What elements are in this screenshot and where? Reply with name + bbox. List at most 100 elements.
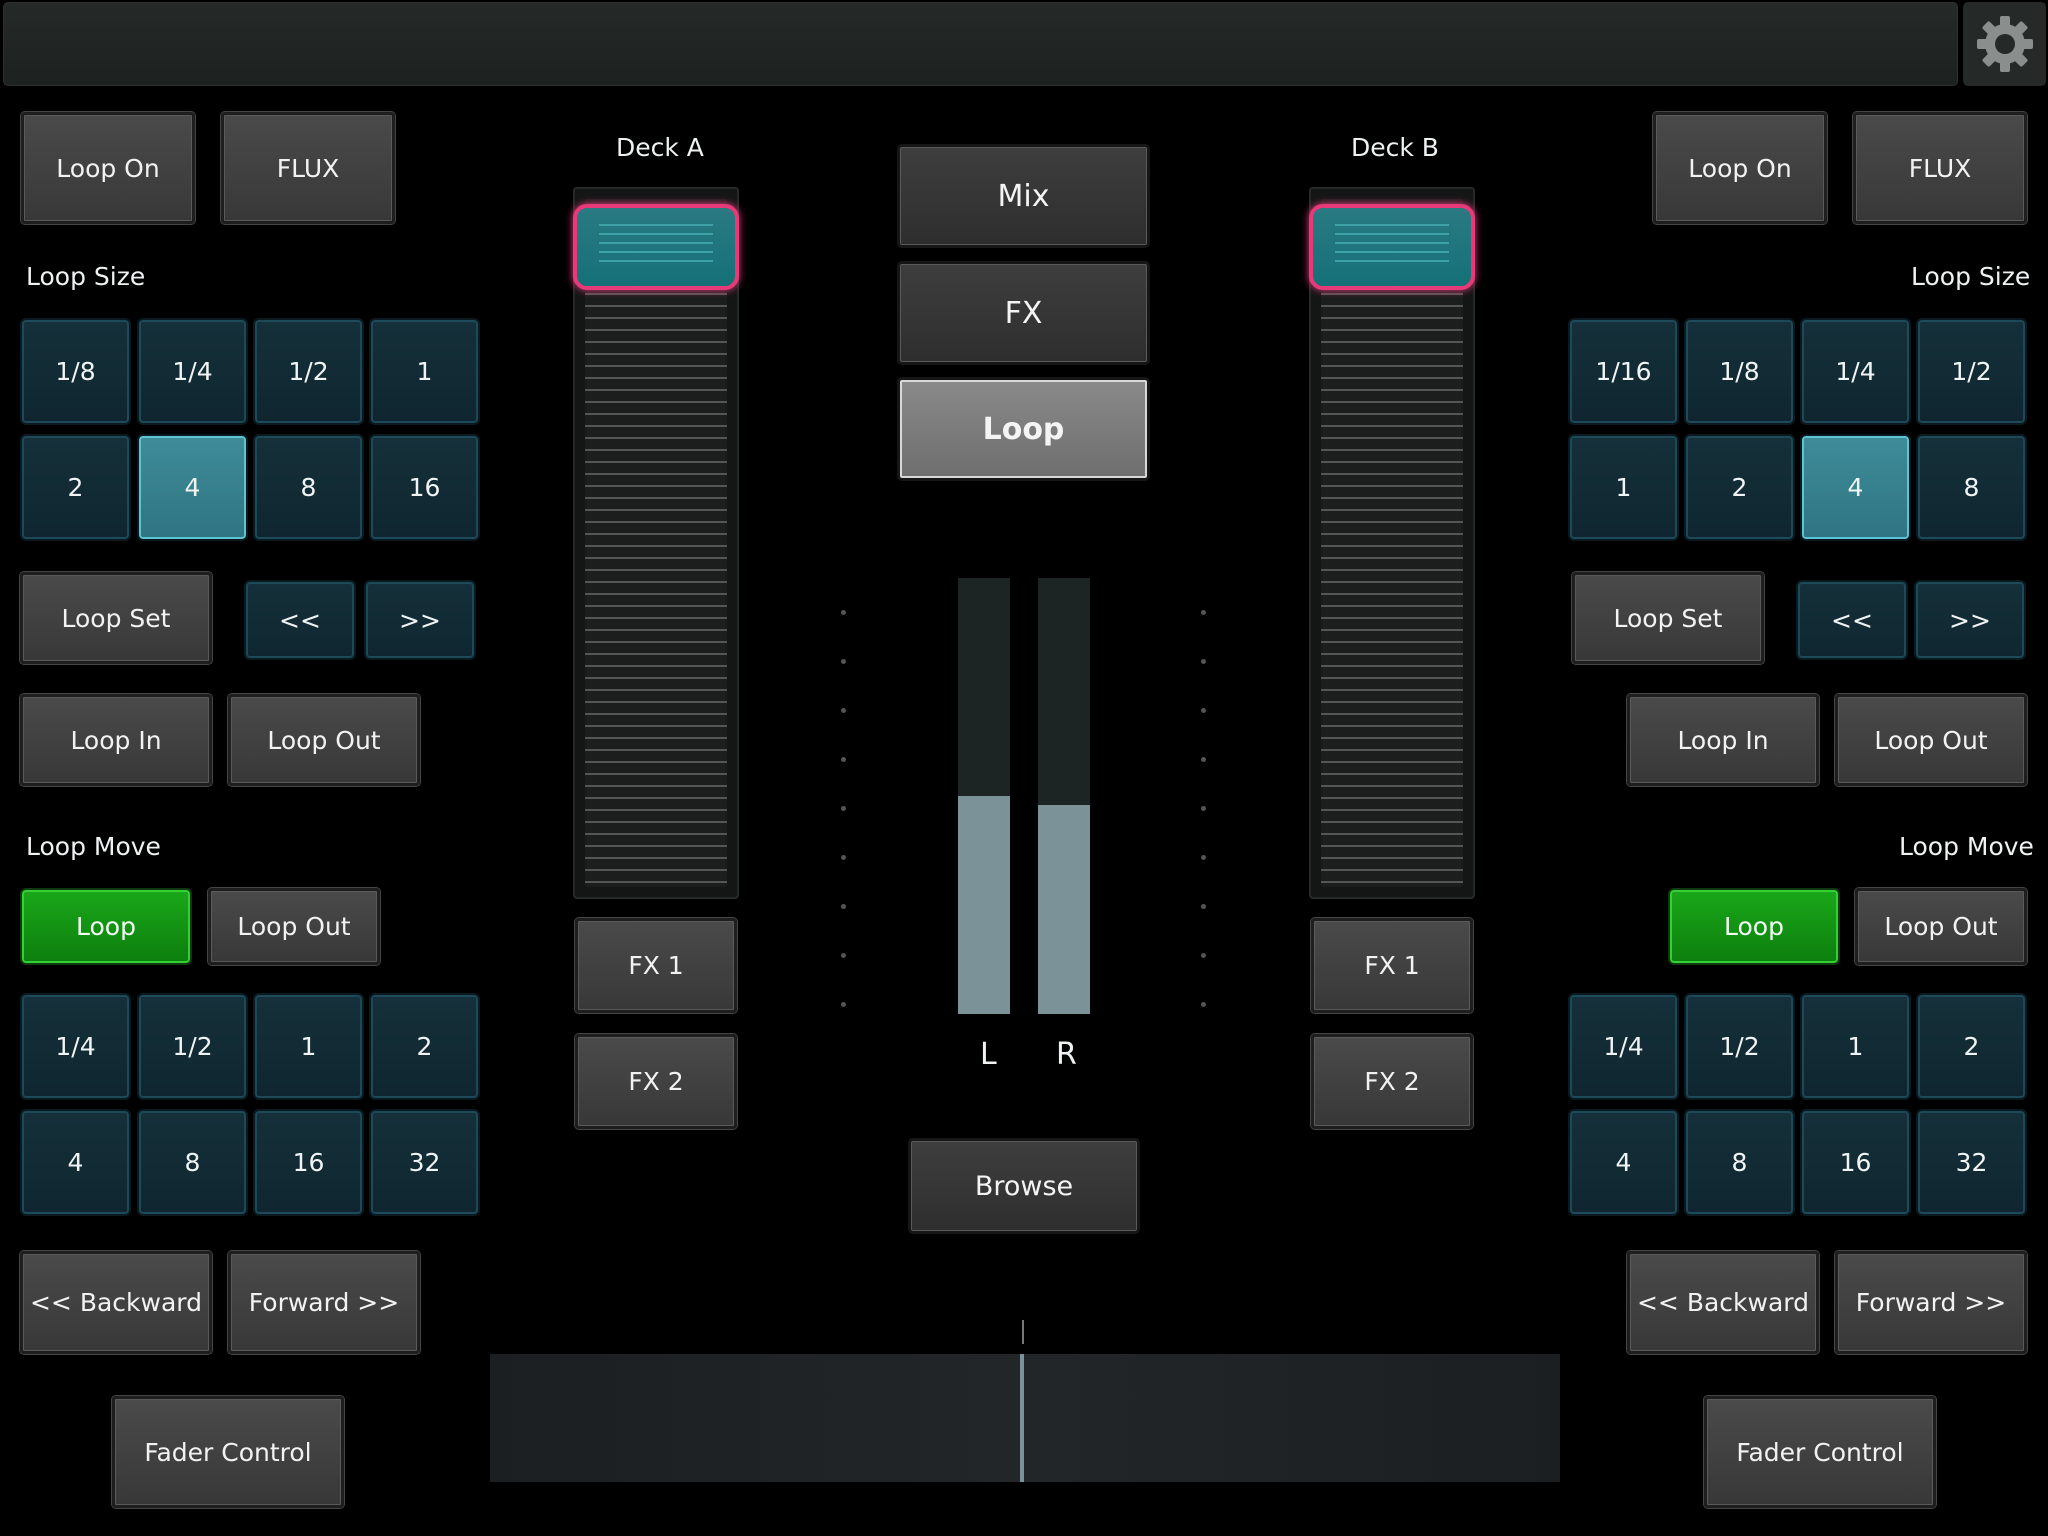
scale-dot [841, 757, 846, 762]
scale-dot [841, 1002, 846, 1007]
deck-a-fx2-button[interactable]: FX 2 [575, 1034, 737, 1129]
deck-b-volume-fader-track[interactable] [1309, 187, 1475, 899]
deck-b-fader-groove [1321, 199, 1463, 887]
left-move-size-32[interactable]: 32 [369, 1109, 480, 1216]
crossfader-handle[interactable] [1020, 1354, 1024, 1482]
fx-button[interactable]: FX [897, 261, 1150, 365]
left-loop-size-1-4[interactable]: 1/4 [137, 318, 248, 425]
scale-dot [1201, 806, 1206, 811]
right-move-size-4[interactable]: 4 [1568, 1109, 1679, 1216]
right-loop-next-button[interactable]: >> [1914, 580, 2026, 660]
deck-b-fx1-button[interactable]: FX 1 [1311, 918, 1473, 1013]
right-loop-size-8[interactable]: 8 [1916, 434, 2027, 541]
left-move-size-4[interactable]: 4 [20, 1109, 131, 1216]
left-move-size-2[interactable]: 2 [369, 993, 480, 1100]
scale-dot [1201, 904, 1206, 909]
deck-b-volume-fader-knob[interactable] [1309, 204, 1475, 290]
left-fader-control-button[interactable]: Fader Control [112, 1396, 344, 1508]
left-loop-out-button[interactable]: Loop Out [228, 694, 420, 786]
right-loop-out-button[interactable]: Loop Out [1835, 694, 2027, 786]
left-loop-set-button[interactable]: Loop Set [20, 572, 212, 664]
left-move-size-1[interactable]: 1 [253, 993, 364, 1100]
deck-a-fx1-button[interactable]: FX 1 [575, 918, 737, 1013]
right-move-size-32[interactable]: 32 [1916, 1109, 2027, 1216]
scale-dot [1201, 659, 1206, 664]
scale-dot [1201, 855, 1206, 860]
left-loop-size-16[interactable]: 16 [369, 434, 480, 541]
deck-b-title: Deck B [1351, 133, 1439, 162]
right-loop-on-button[interactable]: Loop On [1653, 112, 1827, 224]
left-loop-size-label: Loop Size [26, 262, 146, 291]
right-loop-set-button[interactable]: Loop Set [1572, 572, 1764, 664]
right-loop-size-1[interactable]: 1 [1568, 434, 1679, 541]
right-loop-size-1-16[interactable]: 1/16 [1568, 318, 1679, 425]
left-loop-size-1-8[interactable]: 1/8 [20, 318, 131, 425]
right-move-loop-out-button[interactable]: Loop Out [1855, 888, 2027, 965]
right-forward-button[interactable]: Forward >> [1835, 1251, 2027, 1354]
right-loop-size-4[interactable]: 4 [1800, 434, 1911, 541]
scale-dot [1201, 708, 1206, 713]
left-loop-size-1[interactable]: 1 [369, 318, 480, 425]
right-move-loop-button[interactable]: Loop [1668, 888, 1840, 965]
left-loop-size-2[interactable]: 2 [20, 434, 131, 541]
deck-a-volume-fader-knob[interactable] [573, 204, 739, 290]
right-loop-prev-button[interactable]: << [1796, 580, 1908, 660]
meter-right-level [1038, 804, 1090, 1014]
right-loop-size-1-2[interactable]: 1/2 [1916, 318, 2027, 425]
scale-dot [841, 659, 846, 664]
right-loop-size-1-4[interactable]: 1/4 [1800, 318, 1911, 425]
deck-b-fx2-button[interactable]: FX 2 [1311, 1034, 1473, 1129]
left-loop-size-1-2[interactable]: 1/2 [253, 318, 364, 425]
right-move-size-1[interactable]: 1 [1800, 993, 1911, 1100]
scale-dot [841, 806, 846, 811]
right-loop-size-1-8[interactable]: 1/8 [1684, 318, 1795, 425]
right-flux-button[interactable]: FLUX [1853, 112, 2027, 224]
right-move-size-16[interactable]: 16 [1800, 1109, 1911, 1216]
scale-dot [1201, 757, 1206, 762]
left-move-loop-out-button[interactable]: Loop Out [208, 888, 380, 965]
loop-mode-button[interactable]: Loop [897, 377, 1150, 481]
left-move-size-1-2[interactable]: 1/2 [137, 993, 248, 1100]
deck-a-title: Deck A [616, 133, 704, 162]
crossfader-track[interactable] [490, 1354, 1560, 1482]
mix-button[interactable]: Mix [897, 144, 1150, 248]
right-loop-size-2[interactable]: 2 [1684, 434, 1795, 541]
gear-icon [1977, 16, 2033, 72]
deck-a-volume-fader-track[interactable] [573, 187, 739, 899]
left-move-size-16[interactable]: 16 [253, 1109, 364, 1216]
scale-dot [841, 953, 846, 958]
left-flux-button[interactable]: FLUX [221, 112, 395, 224]
left-loop-size-4[interactable]: 4 [137, 434, 248, 541]
scale-dot [841, 855, 846, 860]
left-loop-size-8[interactable]: 8 [253, 434, 364, 541]
right-loop-in-button[interactable]: Loop In [1627, 694, 1819, 786]
right-backward-button[interactable]: << Backward [1627, 1251, 1819, 1354]
top-status-bar [3, 2, 1958, 86]
left-loop-prev-button[interactable]: << [244, 580, 356, 660]
left-move-loop-button[interactable]: Loop [20, 888, 192, 965]
left-loop-in-button[interactable]: Loop In [20, 694, 212, 786]
scale-dot [841, 610, 846, 615]
meter-right-label: R [1056, 1037, 1077, 1072]
right-move-size-1-2[interactable]: 1/2 [1684, 993, 1795, 1100]
left-backward-button[interactable]: << Backward [20, 1251, 212, 1354]
right-move-size-8[interactable]: 8 [1684, 1109, 1795, 1216]
crossfader-center-tick [1022, 1320, 1024, 1344]
right-move-size-2[interactable]: 2 [1916, 993, 2027, 1100]
right-fader-control-button[interactable]: Fader Control [1704, 1396, 1936, 1508]
settings-button[interactable] [1963, 2, 2046, 86]
meter-right [1038, 578, 1090, 1014]
right-loop-size-label: Loop Size [1911, 262, 2031, 291]
left-loop-on-button[interactable]: Loop On [21, 112, 195, 224]
right-move-size-1-4[interactable]: 1/4 [1568, 993, 1679, 1100]
browse-button[interactable]: Browse [908, 1138, 1140, 1234]
left-loop-move-label: Loop Move [26, 832, 161, 861]
left-move-size-8[interactable]: 8 [137, 1109, 248, 1216]
left-move-size-1-4[interactable]: 1/4 [20, 993, 131, 1100]
deck-a-fader-groove [585, 199, 727, 887]
left-loop-next-button[interactable]: >> [364, 580, 476, 660]
left-forward-button[interactable]: Forward >> [228, 1251, 420, 1354]
scale-dot [841, 904, 846, 909]
meter-left-level [958, 796, 1010, 1014]
scale-dot [1201, 953, 1206, 958]
